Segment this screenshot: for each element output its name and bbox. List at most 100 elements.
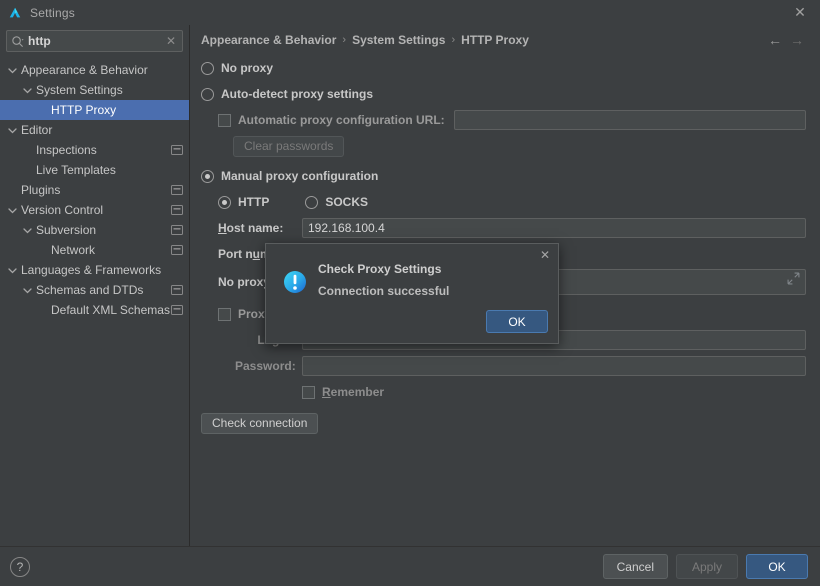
password-label: Password: [235,359,296,373]
check-connection-row: Check connection [201,412,806,434]
auto-url-input[interactable] [453,110,806,130]
breadcrumb: Appearance & Behavior › System Settings … [190,25,820,55]
settings-sidebar: http ✕ Appearance & Behavior System Setti… [0,25,190,546]
window-titlebar: Settings ✕ [0,0,820,25]
no-proxy-radio[interactable] [201,61,214,75]
remember-label: Remember [322,385,385,399]
sidebar-item-http-proxy[interactable]: HTTP Proxy [0,100,189,120]
password-row: Password: [235,355,806,377]
nav-back-icon[interactable]: ← [764,32,786,48]
search-input[interactable]: http ✕ [6,30,183,52]
breadcrumb-item-1[interactable]: System Settings [352,33,445,47]
window-title: Settings [30,5,75,20]
window-close-icon[interactable]: ✕ [780,0,820,25]
chevron-down-icon[interactable] [7,125,18,136]
manual-proxy-label: Manual proxy configuration [221,169,379,183]
sidebar-item-live-templates[interactable]: Live Templates [0,160,189,180]
remember-checkbox[interactable] [302,385,315,399]
sidebar-item-editor[interactable]: Editor [0,120,189,140]
search-container: http ✕ [0,25,189,52]
host-name-label: Host name: [218,221,284,235]
manual-proxy-row[interactable]: Manual proxy configuration [201,165,806,187]
expand-icon[interactable] [787,272,800,285]
socks-radio[interactable] [305,195,319,209]
sidebar-item-inspections[interactable]: Inspections [0,140,189,160]
chevron-down-icon[interactable] [7,65,18,76]
socks-label: SOCKS [325,195,369,209]
dialog-close-icon[interactable]: ✕ [537,247,553,263]
app-logo-icon [9,7,21,17]
cancel-button[interactable]: Cancel [602,554,668,579]
http-radio[interactable] [218,195,231,209]
chevron-down-icon[interactable] [7,265,18,276]
ide-scope-icon [171,205,183,215]
protocol-row: HTTP SOCKS [218,191,806,213]
apply-button[interactable]: Apply [676,554,738,579]
sidebar-item-plugins[interactable]: Plugins [0,180,189,200]
ide-scope-icon [171,245,183,255]
sidebar-item-label: Appearance & Behavior [21,63,148,77]
auto-url-checkbox[interactable] [218,113,231,127]
host-name-input[interactable]: 192.168.100.4 [302,218,806,238]
search-icon [12,35,24,47]
chevron-down-icon[interactable] [22,285,33,296]
ide-scope-icon [171,285,183,295]
sidebar-item-network[interactable]: Network [0,240,189,260]
sidebar-item-appearance-behavior[interactable]: Appearance & Behavior [0,60,189,80]
search-clear-icon[interactable]: ✕ [166,34,178,48]
breadcrumb-separator: › [342,34,347,46]
help-button[interactable]: ? [10,556,30,577]
breadcrumb-item-2[interactable]: HTTP Proxy [461,33,529,47]
ok-button[interactable]: OK [746,554,808,579]
password-input[interactable] [302,356,806,376]
dialog-ok-button[interactable]: OK [486,310,548,333]
breadcrumb-item-0[interactable]: Appearance & Behavior [201,33,336,47]
ide-scope-icon [171,185,183,195]
sidebar-item-subversion[interactable]: Subversion [0,220,189,240]
auto-url-label: Automatic proxy configuration URL: [238,113,445,127]
sidebar-item-label: Languages & Frameworks [21,263,162,277]
clear-passwords-row: Clear passwords [233,135,806,157]
http-label: HTTP [238,195,270,209]
breadcrumb-separator: › [451,34,456,46]
sidebar-item-label: Default XML Schemas [51,303,170,317]
nav-forward-icon[interactable]: → [786,32,808,48]
sidebar-item-version-control[interactable]: Version Control [0,200,189,220]
auto-detect-label: Auto-detect proxy settings [221,87,374,101]
sidebar-item-label: Subversion [36,223,97,237]
remember-row: Remember [302,381,806,403]
ide-scope-icon [171,225,183,235]
auto-detect-radio[interactable] [201,87,214,101]
no-proxy-row[interactable]: No proxy [201,57,806,79]
ide-scope-icon [171,145,183,155]
sidebar-item-label: System Settings [36,83,123,97]
clear-passwords-button[interactable]: Clear passwords [233,135,345,157]
sidebar-item-languages-frameworks[interactable]: Languages & Frameworks [0,260,189,280]
chevron-down-icon[interactable] [22,225,33,236]
check-connection-button[interactable]: Check connection [201,412,319,434]
dialog-title: Check Proxy Settings [318,262,442,276]
dialog-message: Connection successful [318,284,450,298]
auto-detect-row[interactable]: Auto-detect proxy settings [201,83,806,105]
sidebar-item-schemas-and-dtds[interactable]: Schemas and DTDs [0,280,189,300]
proxy-auth-checkbox[interactable] [218,307,231,321]
sidebar-item-label: Editor [21,123,53,137]
host-name-row: Host name: 192.168.100.4 [218,217,806,239]
no-proxy-label: No proxy [221,61,274,75]
sidebar-item-system-settings[interactable]: System Settings [0,80,189,100]
sidebar-item-label: Version Control [21,203,104,217]
auto-url-row: Automatic proxy configuration URL: [218,109,806,131]
sidebar-item-label: Inspections [36,143,97,157]
chevron-down-icon[interactable] [7,205,18,216]
settings-tree: Appearance & Behavior System Settings HTTP… [0,60,189,320]
host-name-label-rest: ost name: [226,221,284,235]
info-exclamation-icon [284,271,306,293]
ide-scope-icon [171,305,183,315]
sidebar-item-label: Plugins [21,183,61,197]
sidebar-item-label: HTTP Proxy [51,103,117,117]
check-proxy-settings-dialog: ✕ Check Proxy Settings Connection succes… [265,243,559,344]
manual-proxy-radio[interactable] [201,169,214,183]
dialog-footer: ? Cancel Apply OK [0,546,820,586]
chevron-down-icon[interactable] [22,85,33,96]
sidebar-item-default-xml-schemas[interactable]: Default XML Schemas [0,300,189,320]
